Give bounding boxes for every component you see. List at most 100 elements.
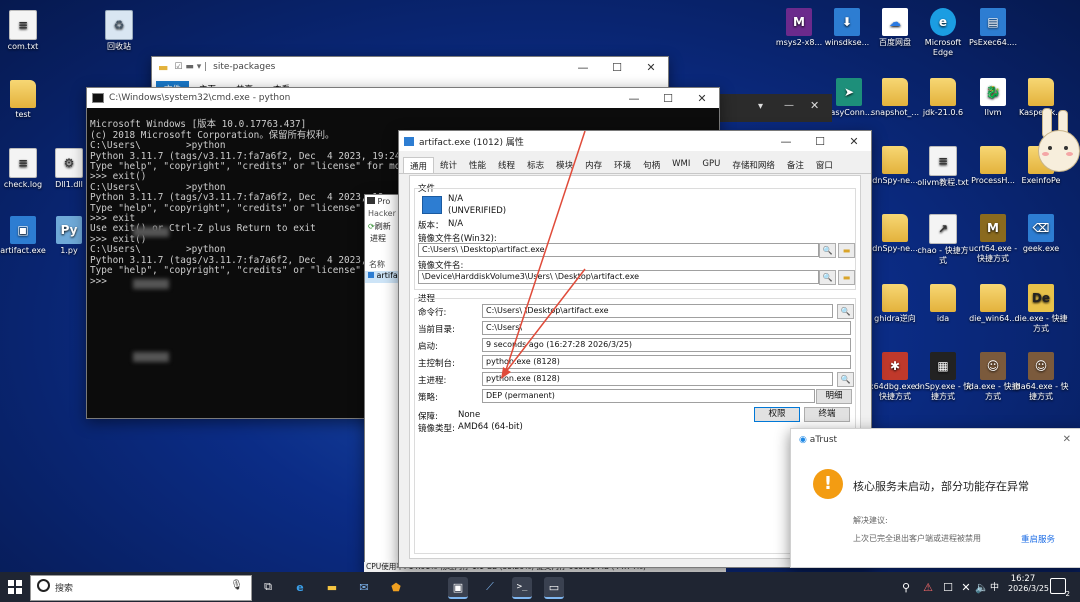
desktop-icon-geek[interactable]: ⌫ geek.exe xyxy=(1012,214,1070,254)
folder-icon xyxy=(882,78,908,106)
qat-icons: ☑ ▬ ▾ | xyxy=(174,62,208,72)
llvm-icon: 🐉 xyxy=(980,78,1006,106)
folder-icon xyxy=(882,146,908,174)
warning-icon: ! xyxy=(813,469,843,499)
text-file-icon: ≡ xyxy=(929,146,957,176)
windows-logo-icon xyxy=(8,580,14,586)
die-icon: De xyxy=(1028,284,1054,312)
dll-file-icon: ⚙ xyxy=(55,148,83,178)
folder-icon xyxy=(882,214,908,242)
atrust-hint-title: 解决建议: xyxy=(853,516,888,525)
folder-icon xyxy=(10,80,36,108)
cartoon-sticker xyxy=(1036,108,1080,178)
psexec-icon: ▤ xyxy=(980,8,1006,36)
tray-icon[interactable]: ☐ xyxy=(938,577,958,597)
explorer-titlebar[interactable]: ▬ ☑ ▬ ▾ | site-packages — ☐ ✕ xyxy=(152,57,668,77)
minimize-button[interactable]: — xyxy=(566,61,600,74)
restart-service-link[interactable]: 重启服务 xyxy=(1021,533,1055,545)
maximize-button[interactable]: ☐ xyxy=(600,61,634,74)
start-button[interactable] xyxy=(8,580,22,594)
msys2-icon: M xyxy=(786,8,812,36)
cmd-taskbar-icon[interactable]: ▭ xyxy=(544,577,564,599)
minimize-button[interactable]: — xyxy=(784,100,794,111)
volume-icon[interactable]: 🔈 xyxy=(972,577,992,597)
atrust-header: ◉ aTrust xyxy=(799,435,838,445)
ida-icon: ☺ xyxy=(1028,352,1054,380)
desktop-icon-label: 回收站 xyxy=(107,42,131,51)
easyconnect-icon: ➤ xyxy=(836,78,862,106)
taskbar: 搜索 🎙 ⧉ e ▬ ✉ ⬟ ▣ ⟋ >_ ▭ ⚲ ⚠ ☐ ✕ 🔈 中 16:2… xyxy=(0,572,1080,602)
cloud-drive-icon: ☁ xyxy=(882,8,908,36)
process-hacker-taskbar-icon[interactable]: ▣ xyxy=(448,577,468,599)
recycle-bin-icon: ♻ xyxy=(105,10,133,40)
geek-uninstaller-icon: ⌫ xyxy=(1028,214,1054,242)
edge-browser-icon: e xyxy=(930,8,956,36)
close-icon[interactable]: ✕ xyxy=(1063,434,1071,445)
edge-taskbar-icon[interactable]: e xyxy=(290,577,310,597)
ph-app-icon xyxy=(367,197,375,204)
notification-center-button[interactable]: 2 xyxy=(1050,578,1070,598)
folder-icon xyxy=(1028,78,1054,106)
refresh-icon: ⟳ xyxy=(368,222,375,231)
desktop-icon-label: die.exe - 快捷方式 xyxy=(1014,314,1068,333)
desktop-icon-label: test xyxy=(15,110,31,119)
cmd-icon xyxy=(92,93,104,103)
desktop-icon-com-txt[interactable]: ≡ com.txt xyxy=(0,10,52,52)
desktop-icon-label: ida64.exe - 快捷方式 xyxy=(1013,382,1069,401)
mail-taskbar-icon[interactable]: ✉ xyxy=(354,577,374,597)
atrust-message: 核心服务未启动，部分功能存在异常 xyxy=(853,480,1029,493)
desktop-icon-test[interactable]: test xyxy=(0,80,52,120)
notification-count: 2 xyxy=(1065,590,1070,598)
folder-icon xyxy=(980,146,1006,174)
maximize-button[interactable]: ☐ xyxy=(651,92,685,105)
clock-time: 16:27 xyxy=(1010,574,1036,584)
desktop-icon-ida64[interactable]: ☺ ida64.exe - 快捷方式 xyxy=(1012,352,1070,402)
redaction-blur xyxy=(133,279,169,289)
language-indicator[interactable]: 中 xyxy=(990,580,999,593)
desktop-icon-label: geek.exe xyxy=(1022,244,1060,253)
bug-icon: ✱ xyxy=(882,352,908,380)
minimize-button[interactable]: — xyxy=(617,92,651,105)
close-button[interactable]: ✕ xyxy=(685,92,719,105)
folder-icon xyxy=(930,78,956,106)
python-taskbar-icon[interactable]: ⟋ xyxy=(480,577,500,597)
search-icon xyxy=(37,579,50,592)
desktop-icon-label: com.txt xyxy=(7,42,39,51)
people-icon[interactable]: ⚲ xyxy=(896,577,916,597)
taskbar-search-box[interactable]: 搜索 🎙 xyxy=(30,575,252,601)
atrust-logo-icon: ◉ xyxy=(799,435,807,445)
shortcut-icon: ↗ xyxy=(929,214,957,244)
exe-file-icon: ▣ xyxy=(10,216,36,244)
desktop-icon-die[interactable]: De die.exe - 快捷方式 xyxy=(1012,284,1070,334)
folder-icon xyxy=(930,284,956,312)
redaction-blur xyxy=(133,352,169,362)
ida-icon: ☺ xyxy=(980,352,1006,380)
clock[interactable]: 16:27 2026/3/25 xyxy=(1008,574,1050,593)
desktop-icon-recycle-bin[interactable]: ♻ 回收站 xyxy=(90,10,148,52)
close-button[interactable]: ✕ xyxy=(810,99,819,112)
network-alert-icon[interactable]: ⚠ xyxy=(918,577,938,597)
msys2-icon: M xyxy=(980,214,1006,242)
dnspy-icon: ▦ xyxy=(930,352,956,380)
explorer-title: site-packages xyxy=(213,62,276,72)
microphone-icon[interactable]: 🎙 xyxy=(230,580,243,591)
atrust-notification[interactable]: ◉ aTrust ✕ ! 核心服务未启动，部分功能存在异常 解决建议: 上次已完… xyxy=(790,428,1080,568)
security-taskbar-icon[interactable]: ⬟ xyxy=(386,577,406,597)
log-file-icon: ≡ xyxy=(9,148,37,178)
desktop-icon-psexec[interactable]: ▤ PsExec64.... xyxy=(964,8,1022,48)
folder-icon: ▬ xyxy=(158,60,169,74)
desktop-icon-label: PsExec64.... xyxy=(968,38,1018,47)
close-button[interactable]: ✕ xyxy=(634,61,668,74)
folder-icon xyxy=(980,284,1006,312)
python-file-icon: Py xyxy=(56,216,82,244)
redaction-blur xyxy=(133,227,169,237)
file-explorer-taskbar-icon[interactable]: ▬ xyxy=(322,577,342,597)
task-view-icon[interactable]: ⧉ xyxy=(258,577,278,597)
search-placeholder: 搜索 xyxy=(55,584,74,594)
exe-icon xyxy=(368,272,374,278)
terminal-taskbar-icon[interactable]: >_ xyxy=(512,577,532,599)
cmd-title: C:\Windows\system32\cmd.exe - python xyxy=(109,93,291,103)
cmd-titlebar[interactable]: C:\Windows\system32\cmd.exe - python — ☐… xyxy=(87,88,719,108)
installer-icon: ⬇ xyxy=(834,8,860,36)
clock-date: 2026/3/25 xyxy=(1008,584,1050,593)
